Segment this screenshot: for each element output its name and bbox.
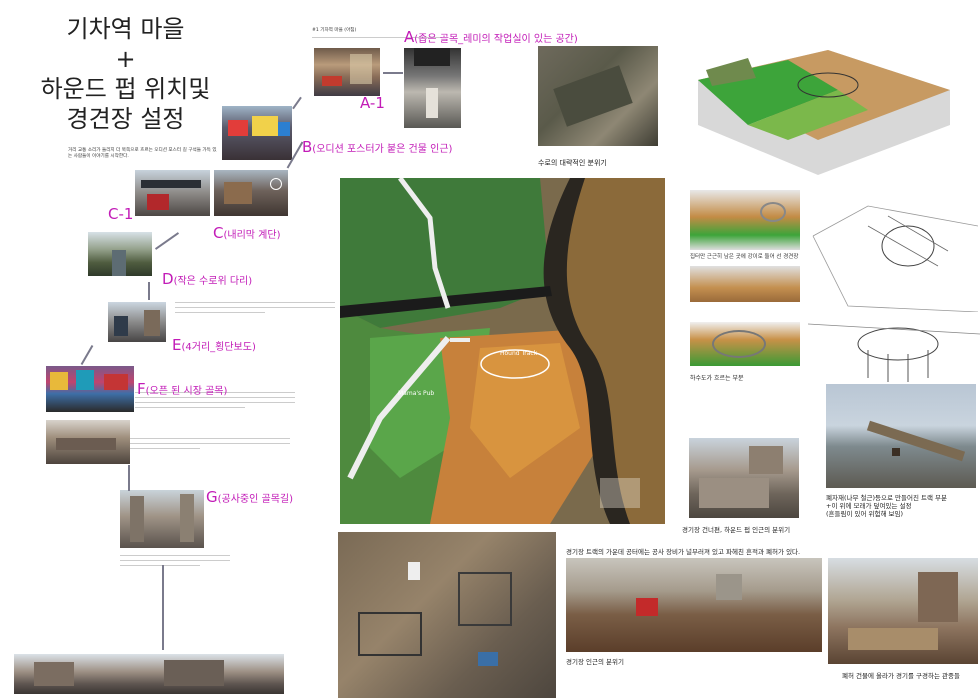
note-block-d [175, 302, 335, 315]
caption-sewer: 하수도가 흐르는 부분 [690, 375, 744, 382]
render-track-overview-svg [698, 50, 950, 175]
photo-f2-market-crowd [46, 420, 130, 464]
photo-waterway [538, 46, 658, 146]
route-line-g-down [162, 565, 164, 650]
label-b: B(오디션 포스터가 붙은 건물 인근) [302, 138, 452, 156]
label-a1: A-1 [360, 94, 385, 112]
photo-c1-bridge-sign [135, 170, 210, 216]
label-c1-text: C-1 [108, 205, 134, 223]
sketch-structure-top-svg [812, 205, 979, 313]
label-a-text: (좁은 골목_레미의 작업실이 있는 공간) [414, 34, 578, 45]
photo-f-market-stalls [46, 366, 134, 412]
caption-bridge-3: (흔들림이 있어 위험해 보임) [826, 510, 904, 518]
site-map: Mama's Pub Hound Track [340, 178, 665, 524]
caption-bridge: 폐자재(나무 철근)등으로 만들어진 트랙 부분 +이 위에 모래가 덮여있는 … [826, 494, 978, 518]
label-e-text: (4거리_횡단보도) [181, 342, 256, 353]
render-grandstand [690, 322, 800, 366]
photo-e-crossroad [108, 302, 166, 342]
caption-bridge-2: +이 위에 모래가 덮여있는 설정 [826, 502, 912, 510]
route-line-a1-b [292, 96, 302, 110]
label-f: F(오픈 된 시장 골목) [137, 380, 227, 398]
label-c: C(내리막 계단) [213, 224, 280, 242]
caption-waterway: 수로의 대략적인 분위기 [538, 159, 607, 167]
sketch-structure-bottom [807, 314, 980, 384]
title-line-1: 기차역 마을 [66, 15, 185, 43]
label-g-letter: G [206, 488, 218, 506]
route-line-f-g [128, 465, 130, 491]
label-f-text: (오픈 된 시장 골목) [145, 386, 228, 397]
photo-construction-aerial [338, 532, 556, 698]
caption-ruin: 폐허 건물에 올라가 경기를 구경하는 관중들 [842, 672, 960, 680]
label-c1: C-1 [108, 205, 133, 223]
note-b-text: 거리 교통 소리가 들리지 더 북쪽으로 흐르는 오디션 포스터 길 구석들 가… [68, 148, 217, 159]
label-d-letter: D [162, 270, 174, 288]
label-a1-text: A-1 [360, 94, 385, 112]
note-block-b: 거리 교통 소리가 들리지 더 북쪽으로 흐르는 오디션 포스터 길 구석들 가… [68, 148, 218, 160]
caption-track-top: 경기장 트랙의 가운데 공터에는 공사 장비가 널부러져 있고 파헤친 흔적과 … [566, 548, 801, 556]
photo-c-market-hall [214, 170, 288, 216]
title-line-4: 경견장 설정 [66, 105, 185, 133]
label-b-text: (오디션 포스터가 붙은 건물 인근) [312, 144, 453, 155]
label-b-letter: B [302, 138, 313, 156]
render-sewer [690, 266, 800, 302]
label-c-letter: C [213, 224, 224, 242]
photo-d-canal [88, 232, 152, 276]
label-d-text: (작은 수로위 다리) [173, 276, 253, 287]
label-e: E(4거리_횡단보도) [172, 336, 256, 354]
render-corner-stand [690, 190, 800, 250]
route-line-e-f [80, 344, 94, 366]
photo-a1-street [314, 48, 380, 96]
label-a: A(좁은 골목_레미의 작업실이 있는 공간) [404, 28, 578, 46]
label-c-text: (내리막 계단) [223, 230, 281, 241]
photo-a-alley [404, 48, 461, 128]
photo-wooden-bridge [826, 384, 976, 488]
label-a-letter: A [404, 28, 415, 46]
sketch-structure-top [808, 196, 979, 313]
render-track-overview [688, 30, 950, 180]
photo-train-street-panorama [14, 654, 284, 694]
route-line-c-d [154, 232, 180, 250]
label-g-text: (공사중인 골목길) [217, 494, 294, 505]
caption-near: 경기장 인근의 분위기 [566, 658, 624, 666]
title-block: 기차역 마을 + 하운드 펍 위치및 경견장 설정 [18, 14, 233, 134]
caption-across: 경기장 건너편, 하운드 펍 인근의 분위기 [682, 526, 791, 534]
map-pub-label: Mama's Pub [398, 390, 435, 397]
route-line-a [383, 72, 403, 74]
photo-ruin-spectators [828, 558, 978, 664]
title-line-3: 하운드 펍 위치및 [40, 75, 211, 103]
note-block-g [120, 555, 230, 568]
photo-b-billboards [222, 106, 292, 160]
label-d: D(작은 수로위 다리) [162, 270, 252, 288]
photo-stadium-site [566, 558, 822, 652]
map-track-label: Hound Track [500, 350, 538, 357]
route-line-d-e [148, 282, 150, 300]
sketch-structure-bottom-svg [807, 323, 980, 382]
label-g: G(공사중인 골목길) [206, 488, 293, 506]
label-f-letter: F [137, 380, 146, 398]
photo-rubble-across [689, 438, 799, 518]
photo-g-construction-alley [120, 490, 204, 548]
title-line-2: + [115, 45, 136, 73]
caption-bridge-1: 폐자재(나무 철근)등으로 만들어진 트랙 부분 [826, 494, 947, 502]
